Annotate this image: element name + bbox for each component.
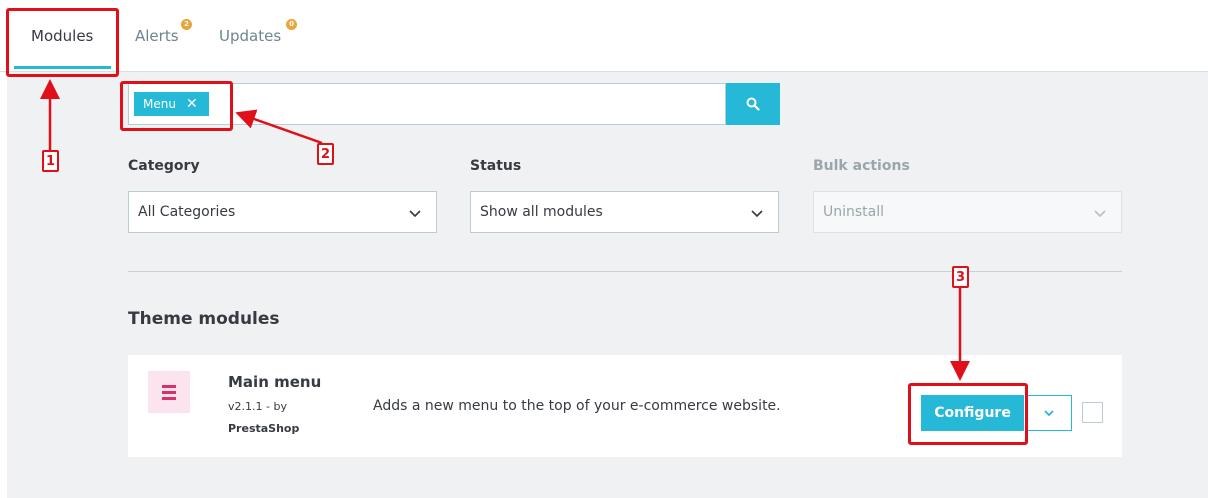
module-select-checkbox[interactable]: [1082, 402, 1103, 423]
chevron-down-icon: [1094, 210, 1106, 218]
annotation-box-3: [908, 383, 1028, 445]
chevron-down-icon: [1044, 410, 1054, 417]
module-version: v2.1.1 - by: [228, 400, 287, 413]
module-actions-dropdown[interactable]: [1026, 395, 1072, 431]
category-label: Category: [128, 158, 200, 174]
category-select-value: All Categories: [138, 204, 236, 220]
tab-updates[interactable]: Updates: [219, 0, 281, 72]
bulk-actions-select: Uninstall: [813, 191, 1122, 233]
module-description: Adds a new menu to the top of your e-com…: [373, 398, 781, 414]
annotation-number-3: 3: [952, 266, 969, 288]
search-icon: [746, 97, 760, 111]
status-select-value: Show all modules: [480, 204, 603, 220]
bulk-actions-value: Uninstall: [823, 204, 885, 220]
annotation-box-1: [6, 8, 119, 77]
updates-badge: 0: [286, 19, 297, 30]
module-name: Main menu: [228, 373, 322, 391]
status-label: Status: [470, 158, 522, 174]
bulk-actions-label: Bulk actions: [813, 158, 910, 174]
section-title: Theme modules: [128, 309, 280, 329]
tab-updates-label: Updates: [219, 27, 282, 45]
annotation-number-2: 2: [317, 143, 334, 165]
chevron-down-icon: [409, 210, 421, 218]
tab-alerts[interactable]: Alerts: [135, 0, 179, 72]
status-select[interactable]: Show all modules: [470, 191, 779, 233]
chevron-down-icon: [751, 210, 763, 218]
divider: [128, 271, 1122, 272]
alerts-badge: 2: [181, 19, 192, 30]
menu-icon: [148, 371, 190, 413]
left-edge: [0, 72, 7, 498]
module-author: PrestaShop: [228, 422, 300, 435]
annotation-box-2: [120, 81, 233, 131]
annotation-number-1: 1: [42, 150, 59, 172]
tab-alerts-label: Alerts: [135, 27, 179, 45]
search-button[interactable]: [726, 83, 780, 125]
category-select[interactable]: All Categories: [128, 191, 437, 233]
tab-bar: Modules Alerts 2 Updates 0: [0, 0, 1208, 72]
